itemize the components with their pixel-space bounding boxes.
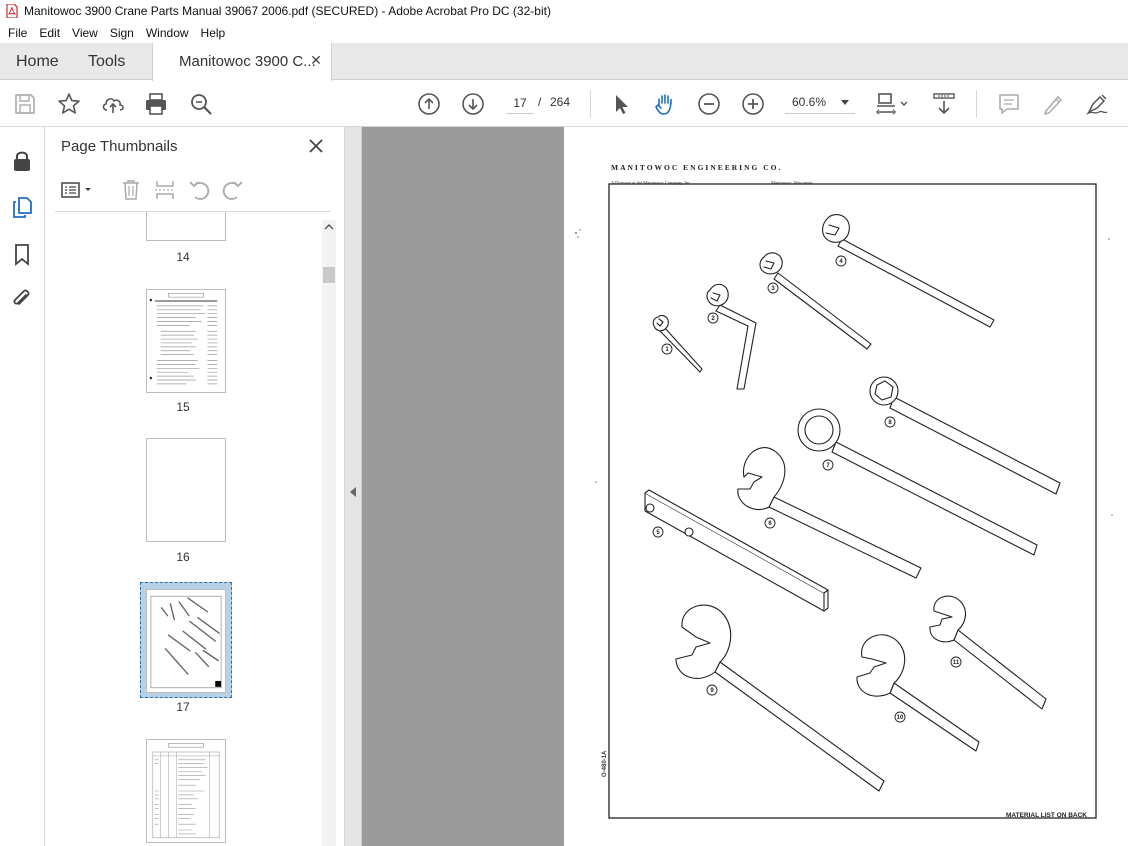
acrobat-window: Manitowoc 3900 Crane Parts Manual 39067 …	[0, 0, 1128, 846]
title-bar: Manitowoc 3900 Crane Parts Manual 39067 …	[0, 0, 1128, 22]
scroll-mode-icon[interactable]	[931, 91, 957, 117]
close-panel-icon[interactable]	[307, 137, 325, 155]
page-thumbnail[interactable]	[146, 212, 226, 241]
menu-view[interactable]: View	[66, 26, 104, 40]
menu-window[interactable]: Window	[140, 26, 195, 40]
wrench-3	[759, 252, 872, 350]
main-toolbar: / 264 60.6%	[0, 81, 1128, 127]
delete-page-icon[interactable]	[118, 177, 144, 203]
wrench-set-drawing: 1234567891011	[575, 183, 1113, 819]
page-thumbnail[interactable]	[146, 289, 226, 393]
menu-file[interactable]: File	[2, 26, 33, 40]
page-thumbnails-panel: Page Thumbnails 14 15 16 17	[45, 127, 345, 846]
zoom-in-icon[interactable]	[740, 91, 766, 117]
wrench-10	[856, 634, 980, 752]
left-navigation-rail	[0, 127, 45, 846]
highlight-pen-icon[interactable]	[1040, 91, 1066, 117]
page-thumbnail-selected[interactable]	[146, 589, 226, 693]
material-list-note: MATERIAL LIST ON BACK	[1006, 812, 1088, 819]
tab-tools[interactable]: Tools	[88, 43, 125, 80]
zoom-search-icon[interactable]	[188, 91, 214, 117]
sign-pen-icon[interactable]	[1084, 91, 1110, 117]
thumbnail-page-number: 16	[176, 550, 190, 564]
page-thumbnails-icon[interactable]	[10, 195, 34, 219]
wrench-11	[929, 595, 1047, 710]
window-title: Manitowoc 3900 Crane Parts Manual 39067 …	[24, 4, 551, 18]
wrench-4	[822, 214, 995, 328]
toolbar-divider	[590, 90, 591, 118]
tab-bar: Home Tools Manitowoc 3900 C... ✕	[0, 43, 1128, 81]
panel-title: Page Thumbnails	[61, 138, 178, 155]
callout-number: 11	[953, 660, 960, 666]
zoom-level-dropdown[interactable]: 60.6%	[785, 92, 855, 114]
wrench-9	[675, 604, 885, 792]
bookmark-icon[interactable]	[10, 242, 34, 266]
extract-page-icon[interactable]	[152, 177, 178, 203]
total-pages: 264	[550, 95, 571, 109]
thumbnail-scrollbar[interactable]	[322, 220, 336, 846]
scroll-up-arrow-icon[interactable]	[324, 222, 334, 232]
menu-help[interactable]: Help	[195, 26, 232, 40]
page-number-input[interactable]	[506, 92, 534, 114]
panel-collapse-handle[interactable]	[345, 127, 362, 846]
pdf-file-icon	[6, 4, 18, 18]
lock-icon[interactable]	[10, 149, 34, 173]
upload-cloud-icon[interactable]	[100, 91, 126, 117]
document-tab-label: Manitowoc 3900 C...	[179, 53, 316, 70]
toolbar-divider	[976, 90, 977, 118]
rotate-counterclockwise-icon[interactable]	[186, 177, 212, 203]
wrench-1	[652, 314, 703, 373]
thumbnail-list: 14 15 16 17	[45, 212, 321, 846]
next-page-icon[interactable]	[460, 91, 486, 117]
thumbnail-page-number: 14	[176, 250, 190, 264]
text-page-preview	[149, 292, 218, 385]
options-menu-icon[interactable]	[59, 177, 95, 203]
drawing-frame	[608, 183, 1097, 819]
comment-icon[interactable]	[996, 91, 1022, 117]
select-cursor-icon[interactable]	[608, 91, 634, 117]
menu-sign[interactable]: Sign	[104, 26, 140, 40]
zoom-out-icon[interactable]	[696, 91, 722, 117]
page-thumbnail[interactable]	[146, 739, 226, 843]
star-icon[interactable]	[56, 91, 82, 117]
page-separator: /	[538, 95, 542, 109]
page-thumbnail[interactable]	[146, 438, 226, 542]
close-tab-icon[interactable]: ✕	[309, 53, 323, 67]
print-icon[interactable]	[143, 91, 169, 117]
document-viewer[interactable]: MANITOWOC ENGINEERING CO. A Division of …	[345, 127, 1128, 846]
pdf-page: MANITOWOC ENGINEERING CO. A Division of …	[564, 127, 1128, 846]
chevron-down-icon	[841, 100, 849, 105]
wrench-2	[706, 283, 757, 390]
drawing-number: O-480-1A	[602, 750, 608, 777]
callout-number: 10	[897, 715, 904, 721]
wrench-page-preview	[150, 595, 222, 689]
table-page-preview	[152, 742, 220, 839]
bar-5	[644, 489, 829, 612]
menu-bar: File Edit View Sign Window Help	[0, 22, 1128, 43]
hand-tool-icon[interactable]	[652, 91, 678, 117]
thumbnail-tools	[45, 175, 345, 211]
attachment-paperclip-icon[interactable]	[10, 287, 34, 311]
zoom-level-value: 60.6%	[792, 95, 827, 109]
rotate-clockwise-icon[interactable]	[220, 177, 246, 203]
save-icon[interactable]	[12, 91, 38, 117]
tab-home[interactable]: Home	[16, 43, 59, 80]
previous-page-icon[interactable]	[416, 91, 442, 117]
menu-edit[interactable]: Edit	[33, 26, 66, 40]
scrollbar-thumb[interactable]	[323, 267, 335, 283]
thumbnail-page-number: 15	[176, 400, 190, 414]
page-fit-icon[interactable]	[874, 91, 910, 117]
collapse-arrow-icon[interactable]	[350, 487, 356, 497]
tab-document[interactable]: Manitowoc 3900 C... ✕	[152, 43, 332, 81]
thumbnail-page-number: 17	[176, 700, 190, 714]
